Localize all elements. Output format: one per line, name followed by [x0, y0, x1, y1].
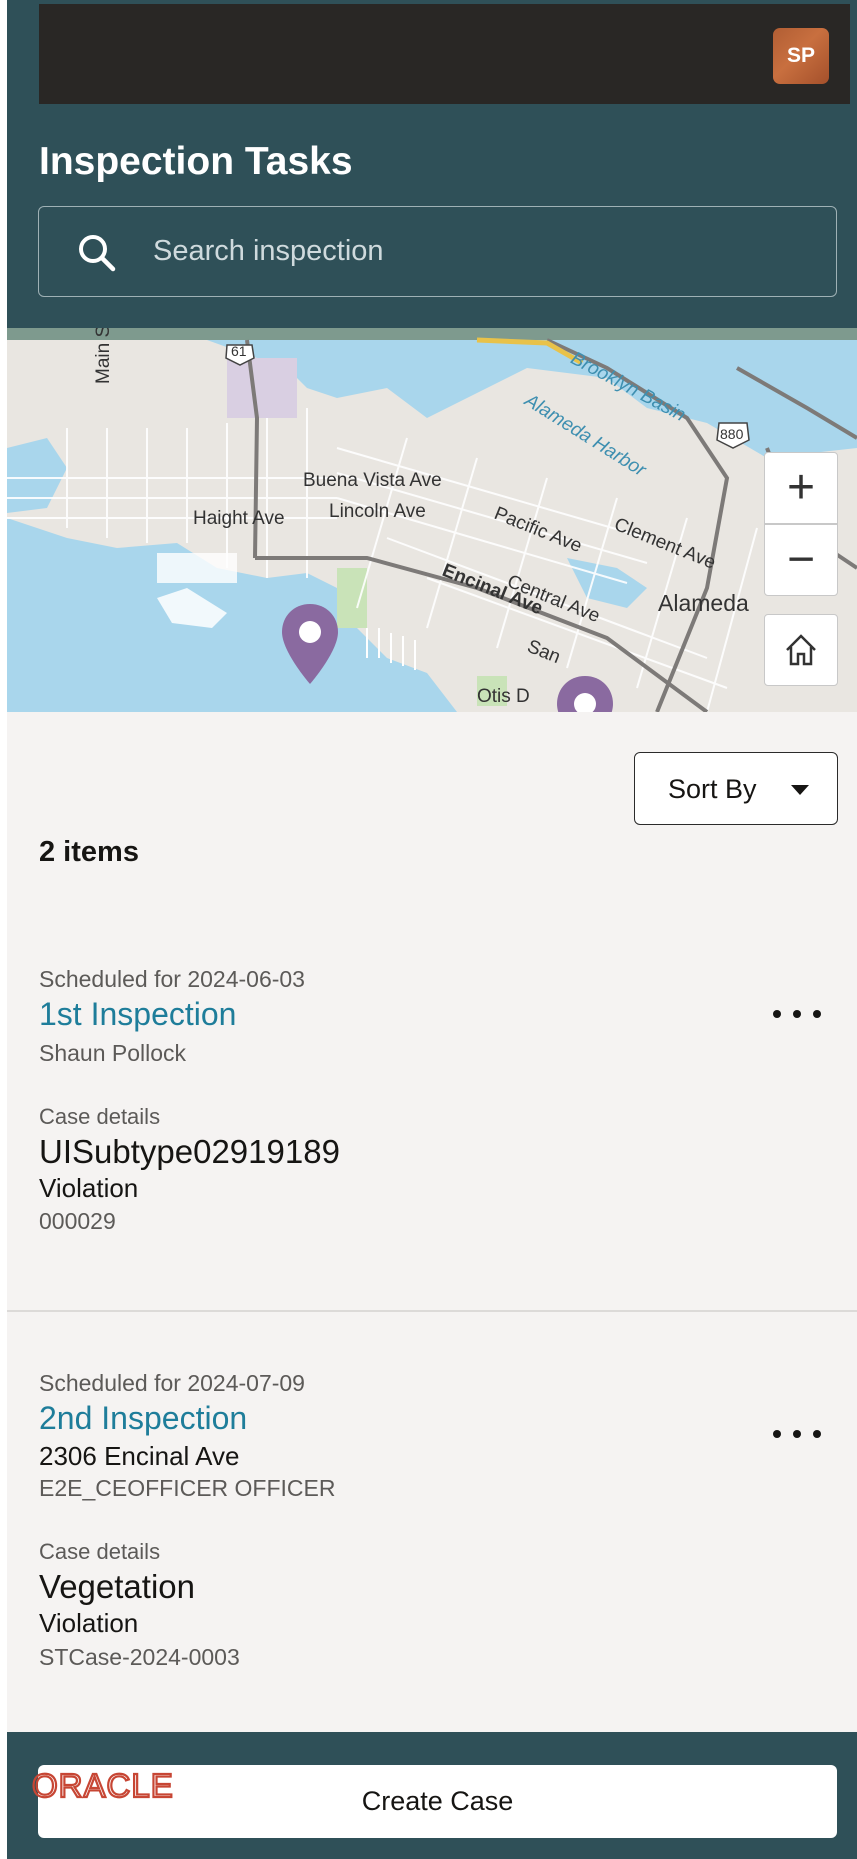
ellipsis-icon	[773, 1010, 781, 1018]
inspection-title-link[interactable]: 1st Inspection	[39, 996, 236, 1033]
map-label-route-880: 880	[720, 426, 744, 442]
inspector-name: E2E_CEOFFICER OFFICER	[39, 1475, 336, 1501]
inspector-name: Shaun Pollock	[39, 1040, 187, 1066]
inspection-title-link[interactable]: 2nd Inspection	[39, 1400, 247, 1437]
minus-icon: −	[786, 533, 816, 586]
scheduled-date: Scheduled for 2024-06-03	[39, 966, 305, 992]
sort-by-label: Sort By	[668, 774, 757, 804]
search-box	[38, 206, 837, 297]
more-actions-button[interactable]	[773, 1422, 821, 1446]
search-input[interactable]	[153, 207, 793, 295]
inspection-address: 2306 Encinal Ave	[39, 1441, 240, 1471]
page-title: Inspection Tasks	[39, 140, 353, 183]
case-details-label: Case details	[39, 1104, 161, 1129]
zoom-in-button[interactable]: +	[764, 452, 838, 524]
header: SP Inspection Tasks	[7, 0, 857, 340]
map-label-route-61: 61	[231, 343, 247, 359]
ellipsis-icon	[773, 1430, 781, 1438]
map-pin-2[interactable]	[555, 674, 615, 712]
item-count: 2 items	[39, 836, 139, 868]
plus-icon: +	[786, 461, 816, 514]
svg-text:ORACLE: ORACLE	[32, 1769, 174, 1803]
top-bar: SP	[39, 4, 850, 104]
map-label-otis: Otis D	[477, 686, 530, 707]
case-title: Vegetation	[39, 1568, 195, 1605]
app-root: SP Inspection Tasks Search inspection Ma…	[7, 0, 857, 1859]
zoom-out-button[interactable]: −	[764, 524, 838, 596]
map-label-main-st: Main St	[93, 328, 114, 384]
user-avatar[interactable]: SP	[773, 28, 829, 84]
case-type: Violation	[39, 1173, 139, 1203]
sort-by-dropdown[interactable]: Sort By	[634, 752, 838, 825]
home-button[interactable]	[764, 614, 838, 686]
map-view[interactable]: Main St 61 880 Brooklyn Basin Alameda Ha…	[7, 328, 857, 712]
case-title: UISubtype02919189	[39, 1133, 340, 1170]
scheduled-date: Scheduled for 2024-07-09	[39, 1370, 305, 1396]
map-label-haight: Haight Ave	[193, 508, 285, 529]
home-icon	[786, 634, 816, 666]
map-label-lincoln: Lincoln Ave	[329, 501, 426, 522]
footer: Create Case ORACLE	[7, 1732, 857, 1859]
map-label-alameda: Alameda	[658, 590, 749, 616]
search-icon[interactable]	[75, 231, 119, 275]
case-id: STCase-2024-0003	[39, 1644, 240, 1670]
caret-down-icon	[791, 785, 809, 795]
case-type: Violation	[39, 1608, 139, 1638]
map-pin-1[interactable]	[280, 602, 340, 686]
case-id: 000029	[39, 1208, 116, 1234]
oracle-logo: ORACLE	[32, 1769, 174, 1803]
case-details-label: Case details	[39, 1539, 161, 1564]
divider	[7, 1310, 857, 1312]
map-canvas[interactable]	[7, 328, 857, 712]
more-actions-button[interactable]	[773, 1002, 821, 1026]
map-label-buena-vista: Buena Vista Ave	[303, 470, 442, 491]
